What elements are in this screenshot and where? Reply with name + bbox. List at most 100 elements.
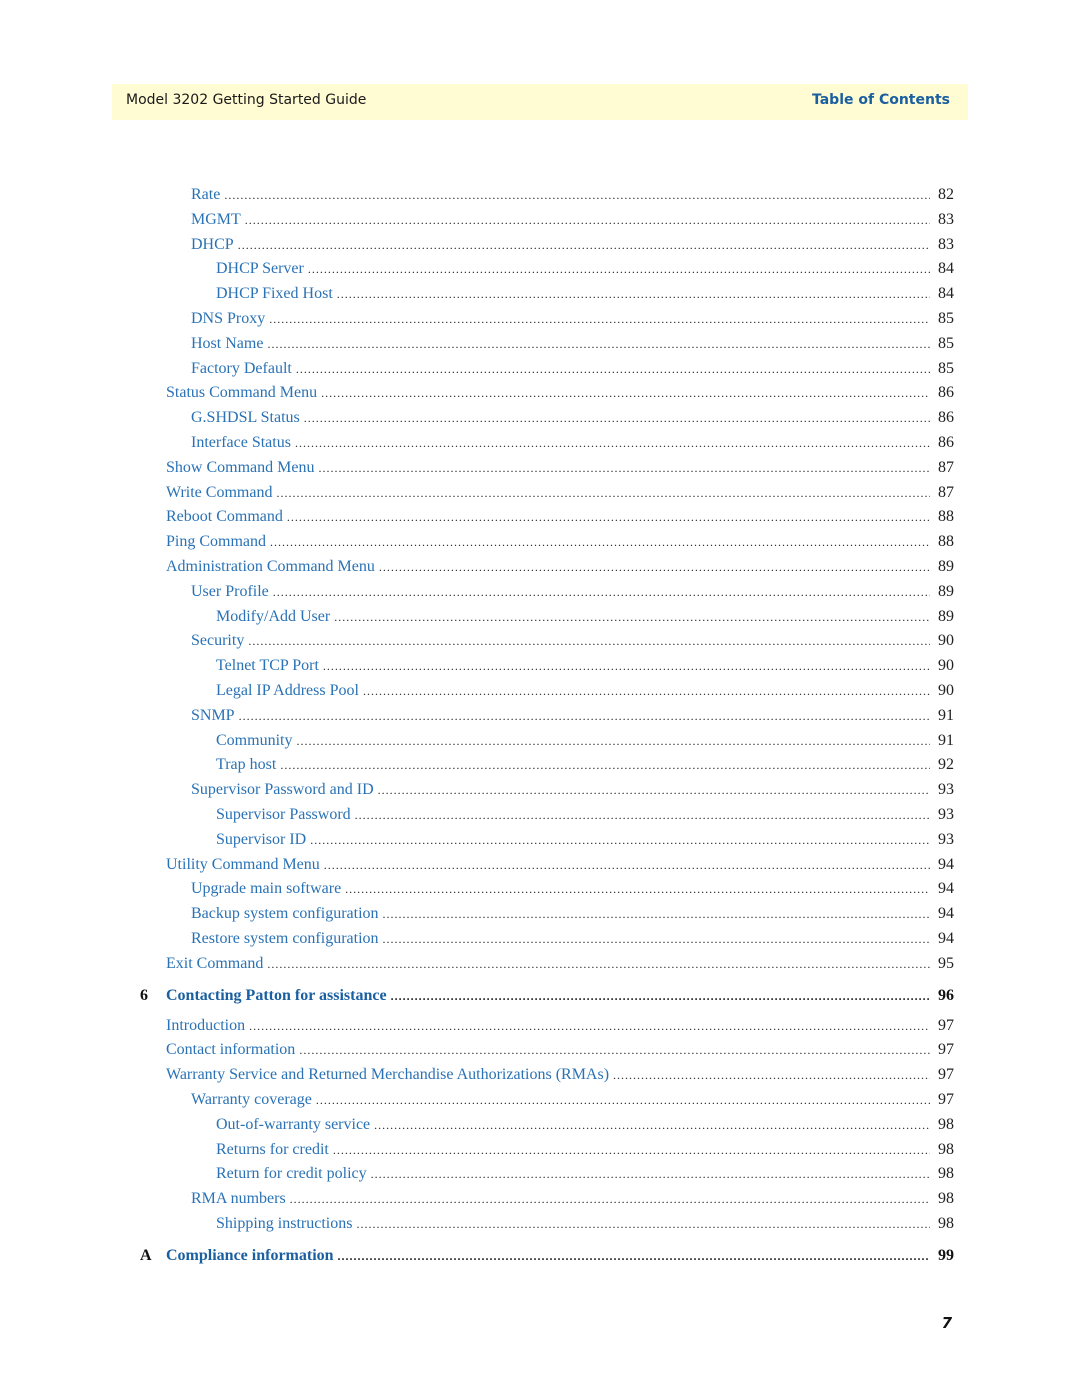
toc-page-number[interactable]: 87 xyxy=(938,459,954,477)
toc-page-number[interactable]: 85 xyxy=(938,335,954,353)
toc-page-number[interactable]: 84 xyxy=(938,260,954,278)
toc-entry[interactable]: Warranty coverage 97 xyxy=(0,1091,1080,1113)
toc-entry-label[interactable]: Exit Command xyxy=(166,954,268,973)
toc-entry-label[interactable]: Returns for credit xyxy=(216,1140,333,1159)
toc-entry-label[interactable]: Supervisor Password and ID xyxy=(191,781,378,800)
toc-entry-label[interactable]: Security xyxy=(191,632,249,651)
toc-page-number[interactable]: 91 xyxy=(938,707,954,725)
toc-page-number[interactable]: 88 xyxy=(938,533,954,551)
toc-page-number[interactable]: 83 xyxy=(938,211,954,229)
toc-entry[interactable]: Interface Status 86 xyxy=(0,434,1080,456)
toc-page-number[interactable]: 97 xyxy=(938,1041,954,1059)
toc-page-number[interactable]: 89 xyxy=(938,608,954,626)
toc-page-number[interactable]: 98 xyxy=(938,1190,954,1208)
toc-entry-label[interactable]: Supervisor Password xyxy=(216,806,355,824)
toc-entry-label[interactable]: Utility Command Menu xyxy=(166,855,324,874)
toc-entry[interactable]: Community 91 xyxy=(0,731,1080,754)
toc-entry-label[interactable]: Shipping instructions xyxy=(216,1215,357,1233)
toc-entry[interactable]: Restore system configuration 94 xyxy=(0,930,1080,952)
toc-page-number[interactable]: 85 xyxy=(938,360,954,378)
toc-entry-label[interactable]: Status Command Menu xyxy=(166,384,322,403)
toc-entry[interactable]: Rate 82 xyxy=(0,186,1080,208)
toc-entry-label[interactable]: DHCP xyxy=(191,235,238,254)
toc-entry[interactable]: Security 90 xyxy=(0,632,1080,654)
toc-page-number[interactable]: 90 xyxy=(938,682,954,700)
toc-page-number[interactable]: 99 xyxy=(938,1247,954,1265)
toc-page-number[interactable]: 97 xyxy=(938,1066,954,1084)
toc-entry-label[interactable]: RMA numbers xyxy=(191,1190,290,1209)
toc-entry-label[interactable]: Return for credit policy xyxy=(216,1165,371,1184)
toc-entry-label[interactable]: Modify/Add User xyxy=(216,607,335,626)
toc-entry-label[interactable]: Reboot Command xyxy=(166,508,287,527)
toc-page-number[interactable]: 98 xyxy=(938,1215,954,1233)
toc-entry[interactable]: Reboot Command 88 xyxy=(0,508,1080,530)
toc-entry[interactable]: SNMP 91 xyxy=(0,706,1080,729)
toc-entry-label[interactable]: Contact information xyxy=(166,1041,300,1060)
toc-entry[interactable]: Modify/Add User 89 xyxy=(0,607,1080,630)
toc-page-number[interactable]: 93 xyxy=(938,806,954,824)
toc-entry-label[interactable]: Warranty Service and Returned Merchandis… xyxy=(166,1066,614,1085)
toc-page-number[interactable]: 87 xyxy=(938,484,954,502)
toc-entry[interactable]: Status Command Menu 86 xyxy=(0,384,1080,406)
toc-entry[interactable]: Utility Command Menu 94 xyxy=(0,855,1080,878)
toc-entry-label[interactable]: Community xyxy=(216,731,297,750)
toc-page-number[interactable]: 94 xyxy=(938,856,954,874)
toc-entry-label[interactable]: Backup system configuration xyxy=(191,905,383,924)
toc-page-number[interactable]: 92 xyxy=(938,756,954,774)
toc-page-number[interactable]: 98 xyxy=(938,1141,954,1159)
toc-page-number[interactable]: 98 xyxy=(938,1165,954,1183)
toc-entry-label[interactable]: G.SHDSL Status xyxy=(191,409,304,428)
toc-entry-label[interactable]: Contacting Patton for assistance xyxy=(166,986,391,1005)
toc-entry[interactable]: Trap host 92 xyxy=(0,756,1080,778)
toc-entry[interactable]: Telnet TCP Port 90 xyxy=(0,657,1080,679)
toc-page-number[interactable]: 98 xyxy=(938,1116,954,1134)
toc-page-number[interactable]: 96 xyxy=(938,987,954,1005)
toc-entry[interactable]: Introduction 97 xyxy=(0,1016,1080,1039)
toc-page-number[interactable]: 89 xyxy=(938,558,954,576)
toc-entry-label[interactable]: Rate xyxy=(191,186,225,204)
toc-entry[interactable]: Supervisor Password 93 xyxy=(0,806,1080,828)
toc-entry-label[interactable]: Legal IP Address Pool xyxy=(216,682,363,700)
toc-page-number[interactable]: 82 xyxy=(938,186,954,204)
toc-page-number[interactable]: 93 xyxy=(938,781,954,799)
toc-page-number[interactable]: 95 xyxy=(938,955,954,973)
toc-page-number[interactable]: 84 xyxy=(938,285,954,303)
toc-entry-label[interactable]: Trap host xyxy=(216,756,281,775)
toc-entry[interactable]: Supervisor Password and ID 93 xyxy=(0,781,1080,803)
toc-page-number[interactable]: 83 xyxy=(938,236,954,254)
toc-entry[interactable]: Show Command Menu 87 xyxy=(0,458,1080,481)
toc-entry[interactable]: DHCP Server 84 xyxy=(0,260,1080,282)
toc-entry-label[interactable]: Introduction xyxy=(166,1016,250,1035)
toc-entry-label[interactable]: DHCP Server xyxy=(216,260,308,279)
toc-entry[interactable]: DNS Proxy 85 xyxy=(0,310,1080,332)
toc-entry-label[interactable]: Compliance information xyxy=(166,1246,338,1265)
toc-page-number[interactable]: 90 xyxy=(938,632,954,650)
toc-entry[interactable]: Administration Command Menu 89 xyxy=(0,558,1080,580)
toc-page-number[interactable]: 94 xyxy=(938,930,954,948)
toc-page-number[interactable]: 89 xyxy=(938,583,954,601)
toc-entry-label[interactable]: Upgrade main software xyxy=(191,880,346,899)
toc-entry-label[interactable]: DHCP Fixed Host xyxy=(216,285,337,304)
toc-entry-label[interactable]: Telnet TCP Port xyxy=(216,657,323,676)
toc-entry[interactable]: Legal IP Address Pool 90 xyxy=(0,682,1080,704)
toc-page-number[interactable]: 86 xyxy=(938,434,954,452)
toc-entry-label[interactable]: Factory Default xyxy=(191,359,296,378)
toc-page-number[interactable]: 86 xyxy=(938,384,954,402)
toc-page-number[interactable]: 86 xyxy=(938,409,954,427)
toc-entry-label[interactable]: Interface Status xyxy=(191,434,295,452)
toc-page-number[interactable]: 88 xyxy=(938,508,954,526)
toc-entry[interactable]: Ping Command 88 xyxy=(0,533,1080,555)
toc-entry-label[interactable]: SNMP xyxy=(191,706,239,725)
toc-entry[interactable]: User Profile 89 xyxy=(0,582,1080,605)
toc-page-number[interactable]: 97 xyxy=(938,1017,954,1035)
toc-page-number[interactable]: 94 xyxy=(938,880,954,898)
toc-entry-label[interactable]: Administration Command Menu xyxy=(166,558,379,576)
toc-entry-label[interactable]: Warranty coverage xyxy=(191,1091,316,1109)
toc-entry-label[interactable]: Restore system configuration xyxy=(191,930,383,948)
toc-entry[interactable]: Contact information 97 xyxy=(0,1041,1080,1063)
toc-entry[interactable]: Backup system configuration 94 xyxy=(0,905,1080,927)
toc-chapter-entry[interactable]: 6 Contacting Patton for assistance 96 xyxy=(0,986,1080,1009)
toc-entry[interactable]: Write Command 87 xyxy=(0,483,1080,506)
toc-entry[interactable]: Return for credit policy 98 xyxy=(0,1165,1080,1187)
toc-page-number[interactable]: 93 xyxy=(938,831,954,849)
